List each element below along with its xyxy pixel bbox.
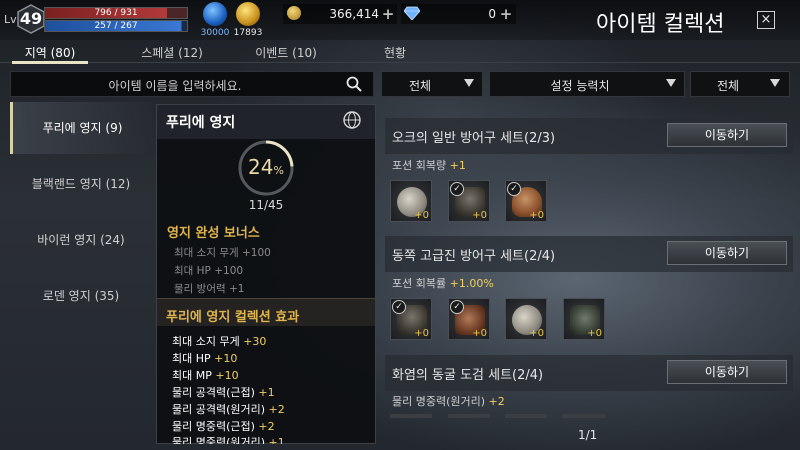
collection-item-slot[interactable]: ✓ +0	[448, 180, 490, 222]
effect-line: 최대 HP +10	[172, 350, 237, 366]
checkmark-icon: ✓	[392, 300, 406, 314]
set-bonus-name: 포션 회복량	[392, 159, 447, 172]
collection-item-slot[interactable]: ✓ +0	[390, 298, 432, 340]
completion-bonus-item: 물리 방어력 +1	[174, 283, 245, 295]
enhance-level: +0	[414, 328, 429, 339]
set-bonus: 물리 명중력(원거리) +2	[392, 393, 505, 409]
completion-bonus-item: 최대 소지 무게 +100	[174, 247, 271, 259]
enhance-level: +0	[587, 328, 602, 339]
effect-value: +1	[268, 436, 285, 444]
region-item-furie[interactable]: 푸리에 영지 (9)	[10, 102, 152, 154]
set-bonus-name: 포션 회복률	[392, 277, 447, 290]
enhance-level: +0	[529, 210, 544, 221]
effect-name: 최대 MP	[172, 369, 212, 382]
effect-name: 물리 명중력(원거리)	[172, 436, 266, 444]
blue-orb-value: 30000	[200, 28, 230, 38]
collection-set-title: 오크의 일반 방어구 세트(2/3)	[392, 131, 556, 146]
collection-item-slot[interactable]: ✓ +0	[505, 180, 547, 222]
effect-line: 최대 소지 무게 +30	[172, 333, 266, 349]
effect-line: 물리 공격력(원거리) +2	[172, 401, 285, 417]
globe-icon[interactable]	[343, 111, 361, 129]
effect-value: +30	[243, 335, 267, 348]
filter-dropdown-2-value: 설정 능력치	[550, 79, 610, 93]
diamond-icon	[404, 6, 420, 20]
active-tab-indicator	[12, 61, 88, 64]
item-row-partial	[390, 414, 605, 418]
collection-set-title: 화염의 동굴 도검 세트(2/4)	[392, 368, 544, 383]
gold-orb-value: 17893	[233, 28, 263, 38]
gold-coin-icon	[287, 6, 301, 20]
region-item-blackland[interactable]: 블랙랜드 영지 (12)	[10, 158, 152, 210]
collection-set-title: 동쪽 고급진 방어구 세트(2/4)	[392, 249, 556, 264]
blue-orb-icon[interactable]	[203, 2, 227, 26]
mp-bar: 257 / 267	[44, 20, 188, 32]
effect-value: +2	[268, 403, 285, 416]
region-item-byron[interactable]: 바이런 영지 (24)	[10, 214, 152, 266]
chevron-down-icon	[770, 79, 780, 87]
effect-name: 최대 HP	[172, 352, 211, 365]
set-bonus-value: +1	[449, 159, 466, 172]
effect-line: 물리 공격력(근접) +1	[172, 384, 275, 400]
effect-line: 물리 명중력(원거리) +1	[172, 434, 285, 444]
checkmark-icon: ✓	[450, 300, 464, 314]
set-bonus-value: +1.00%	[449, 277, 494, 290]
move-button[interactable]: 이동하기	[667, 123, 787, 147]
progress-count: 11/45	[248, 198, 284, 212]
effect-value: +10	[214, 352, 238, 365]
enhance-level: +0	[414, 210, 429, 221]
search-icon[interactable]	[346, 76, 362, 92]
effect-value: +10	[215, 369, 239, 382]
effect-value: +1	[258, 386, 275, 399]
move-button[interactable]: 이동하기	[667, 241, 787, 265]
diamond-amount: 0	[488, 7, 496, 21]
add-diamond-button[interactable]: +	[499, 5, 513, 23]
enhance-level: +0	[529, 328, 544, 339]
effect-name: 물리 공격력(원거리)	[172, 403, 266, 416]
popup-title: 푸리에 영지	[166, 115, 236, 131]
set-bonus: 포션 회복량 +1	[392, 157, 466, 173]
region-item-roden[interactable]: 로덴 영지 (35)	[10, 270, 152, 322]
chevron-down-icon	[464, 79, 474, 87]
collection-item-slot[interactable]: +0	[390, 180, 432, 222]
filter-dropdown-1-value: 전체	[408, 79, 432, 93]
set-bonus-name: 물리 명중력(원거리)	[392, 395, 486, 408]
completion-bonus-item: 최대 HP +100	[174, 265, 244, 277]
effect-line: 물리 명중력(근접) +2	[172, 418, 275, 434]
close-button[interactable]: ×	[757, 11, 775, 29]
set-bonus: 포션 회복률 +1.00%	[392, 275, 494, 291]
filter-dropdown-3-value: 전체	[716, 79, 740, 93]
enhance-level: +0	[472, 210, 487, 221]
gold-orb-icon[interactable]	[236, 2, 260, 26]
collection-effect-title: 푸리에 영지 컬렉션 효과	[166, 310, 300, 325]
chevron-down-icon	[666, 79, 676, 87]
set-bonus-value: +2	[488, 395, 505, 408]
enhance-level: +0	[472, 328, 487, 339]
effect-name: 최대 소지 무게	[172, 335, 240, 348]
page-indicator: 1/1	[578, 428, 598, 442]
progress-percent: 24%	[236, 155, 296, 179]
progress-percent-symbol: %	[273, 164, 284, 177]
effect-name: 물리 명중력(근접)	[172, 420, 255, 433]
collection-item-slot[interactable]: +0	[563, 298, 605, 340]
tab-event[interactable]: 이벤트 (10)	[244, 44, 328, 61]
tab-status[interactable]: 현황	[370, 44, 420, 61]
effect-line: 최대 MP +10	[172, 367, 239, 383]
hp-bar: 796 / 931	[44, 7, 188, 19]
tab-region[interactable]: 지역 (80)	[12, 44, 88, 61]
search-placeholder: 아이템 이름을 입력하세요.	[108, 79, 242, 93]
add-gold-button[interactable]: +	[381, 5, 395, 23]
page-title: 아이템 컬렉션	[596, 12, 725, 37]
tab-special[interactable]: 스페셜 (12)	[130, 44, 214, 61]
effect-value: +2	[258, 420, 275, 433]
checkmark-icon: ✓	[450, 182, 464, 196]
effect-name: 물리 공격력(근접)	[172, 386, 255, 399]
player-level: 49	[19, 9, 43, 28]
collection-item-slot[interactable]: +0	[505, 298, 547, 340]
checkmark-icon: ✓	[507, 182, 521, 196]
gold-amount: 366,414	[329, 7, 379, 21]
completion-bonus-title: 영지 완성 보너스	[167, 226, 260, 241]
progress-percent-value: 24	[248, 155, 274, 179]
move-button[interactable]: 이동하기	[667, 360, 787, 384]
collection-item-slot[interactable]: ✓ +0	[448, 298, 490, 340]
